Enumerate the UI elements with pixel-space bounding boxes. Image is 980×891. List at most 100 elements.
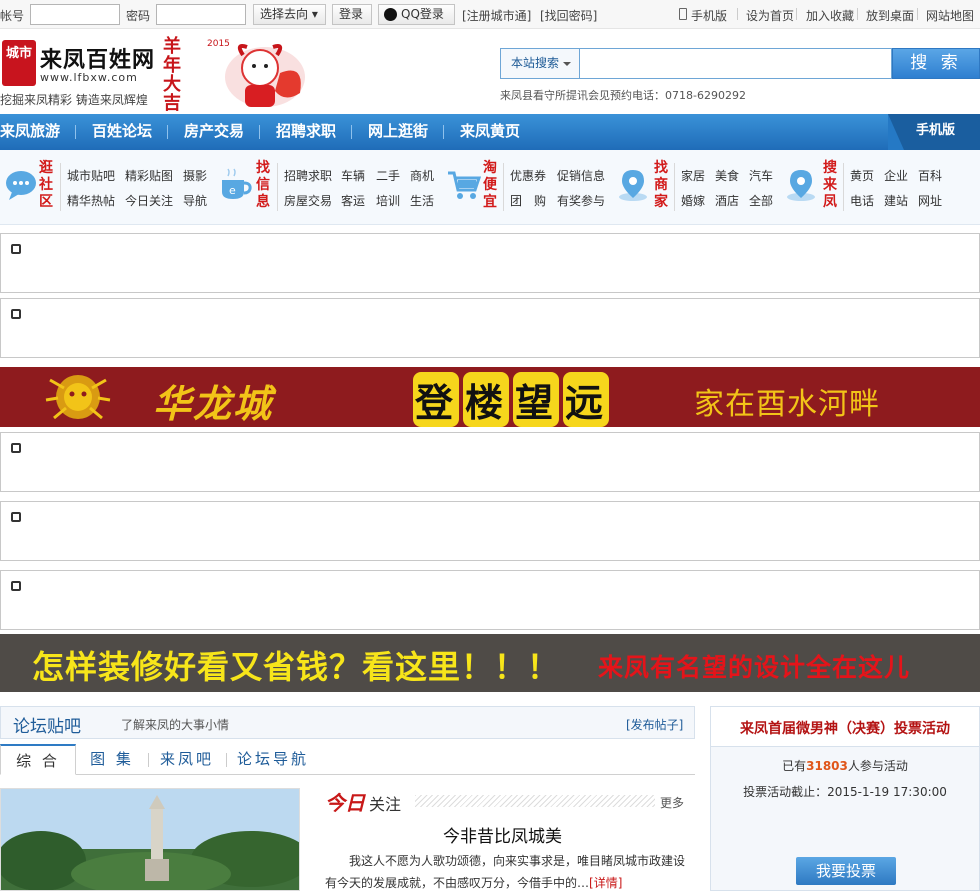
search-bar: 本站搜索 搜 索 [500,48,980,79]
headline-link[interactable]: 今非昔比凤城美 [443,822,562,847]
category-link[interactable]: 城市贴吧 [67,167,115,184]
huanglong-title: 华龙城 [153,381,274,426]
category-title-search[interactable]: 搜来凤 [822,160,838,211]
category-link[interactable]: 优惠券 [510,167,546,184]
category-link[interactable]: 企业 [884,167,908,184]
location-search-icon [787,170,815,201]
shopping-cart-icon [448,171,481,199]
category-link[interactable]: 精彩贴图 [125,167,173,184]
vote-count-prefix: 已有 [782,759,807,773]
vote-title[interactable]: 来凤首届微男神（决赛）投票活动 [711,718,979,738]
huanglong-slogan: 登楼望远 [413,372,613,427]
nav-item-shopping[interactable]: 网上逛街 [368,114,428,150]
category-link[interactable]: 招聘求职 [284,167,332,184]
account-input[interactable] [30,4,120,25]
search-input[interactable] [579,48,892,79]
category-link[interactable]: 今日关注 [125,192,173,209]
new-year-year: 2015 [207,39,230,49]
category-link[interactable]: 美食 [715,167,739,184]
qq-login-button[interactable]: QQ登录 [378,4,455,25]
nav-mobile-button[interactable]: 手机版 [888,114,980,150]
category-link[interactable]: 婚嫁 [681,192,705,209]
category-link[interactable]: 家居 [681,167,705,184]
category-title-info[interactable]: 找信息 [255,160,271,211]
search-scope-select[interactable]: 本站搜索 [500,48,579,79]
vote-count-number: 31803 [806,759,848,773]
category-link[interactable]: 培训 [376,192,400,209]
ad-slot[interactable] [0,432,980,492]
password-input[interactable] [156,4,246,25]
forum-title: 论坛贴吧 [13,717,81,737]
vote-button[interactable]: 我要投票 [796,857,896,885]
slogan-char: 登 [413,372,460,427]
category-link[interactable]: 汽车 [749,167,773,184]
login-button[interactable]: 登录 [332,4,372,25]
find-password-link[interactable]: [找回密码] [540,7,597,24]
ad-slot[interactable] [0,570,980,630]
category-link[interactable]: 黄页 [850,167,874,184]
tab-laifeng-bar[interactable]: 来凤吧 [150,744,224,775]
category-title-community[interactable]: 逛社区 [38,160,54,211]
mobile-link[interactable]: 手机版 [691,7,727,24]
search-button[interactable]: 搜 索 [892,48,980,79]
featured-photo[interactable] [0,788,300,891]
ad-slot[interactable] [0,298,980,358]
password-label: 密码 [126,9,151,23]
category-link[interactable]: 客运 [341,192,365,209]
nav-item-forum[interactable]: 百姓论坛 [92,114,152,150]
site-url: www.lfbxw.com [40,71,138,84]
category-link[interactable]: 车辆 [341,167,365,184]
set-homepage-link[interactable]: 设为首页 [746,7,794,24]
category-link[interactable]: 二手 [376,167,400,184]
category-link[interactable]: 建站 [884,192,908,209]
destination-select[interactable]: 选择去向 ▾ [253,4,326,25]
more-link[interactable]: 更多 [660,794,684,811]
tab-gallery[interactable]: 图 集 [78,744,146,775]
category-link[interactable]: 团 购 [510,192,546,209]
category-link[interactable]: 酒店 [715,192,739,209]
decoration-banner[interactable]: 怎样装修好看又省钱？看这里！！！ 来凤有名望的设计全在这儿 [0,634,980,692]
category-link[interactable]: 网址 [918,192,942,209]
category-link[interactable]: 促销信息 [557,167,605,184]
qq-login-label: QQ登录 [401,7,444,21]
sitemap-link[interactable]: 网站地图 [926,7,974,24]
huanglong-banner[interactable]: 华龙城 登楼望远 家在酉水河畔 [0,367,980,427]
logo-badge: 城市 [2,40,36,86]
category-link[interactable]: 商机 [410,167,434,184]
detail-link[interactable]: [详情] [589,876,622,890]
broken-image-icon [11,309,21,319]
category-link[interactable]: 房屋交易 [284,192,332,209]
decoration-tagline: 来凤有名望的设计全在这儿 [598,653,911,682]
today-title-red: 今日 [325,791,365,815]
category-title-merchants[interactable]: 找商家 [653,160,669,211]
vote-panel: 来凤首届微男神（决赛）投票活动 已有31803人参与活动 投票活动截止：2015… [710,706,980,891]
ad-slot[interactable] [0,233,980,293]
decoration-title: 怎样装修好看又省钱？看这里！！！ [32,648,561,686]
category-link[interactable]: 摄影 [183,167,207,184]
search-note: 来凤县看守所提讯会见预约电话：0718-6290292 [500,89,746,102]
dragon-head-icon [45,375,111,420]
category-link[interactable]: 有奖参与 [557,192,605,209]
nav-item-real-estate[interactable]: 房产交易 [184,114,244,150]
vote-deadline: 投票活动截止：2015-1-19 17:30:00 [743,785,947,799]
tab-general[interactable]: 综 合 [0,744,76,775]
ad-slot[interactable] [0,501,980,561]
add-favorite-link[interactable]: 加入收藏 [806,7,854,24]
nav-item-jobs[interactable]: 招聘求职 [276,114,336,150]
category-link[interactable]: 导航 [183,192,207,209]
broken-image-icon [11,244,21,254]
category-link[interactable]: 全部 [749,192,773,209]
category-link[interactable]: 生活 [410,192,434,209]
category-title-deals[interactable]: 淘便宜 [482,160,498,211]
desktop-link[interactable]: 放到桌面 [866,7,914,24]
tab-forum-nav[interactable]: 论坛导航 [228,744,318,775]
category-link[interactable]: 电话 [850,192,874,209]
nav-item-tourism[interactable]: 来凤旅游 [0,114,60,150]
today-title-black: 关注 [369,795,402,814]
category-link[interactable]: 百科 [918,167,942,184]
register-link[interactable]: [注册城市通] [462,7,531,24]
post-thread-link[interactable]: [发布帖子] [626,716,683,733]
nav-item-yellow-pages[interactable]: 来凤黄页 [460,114,520,150]
slogan-char: 望 [513,372,560,427]
category-link[interactable]: 精华热帖 [67,192,115,209]
